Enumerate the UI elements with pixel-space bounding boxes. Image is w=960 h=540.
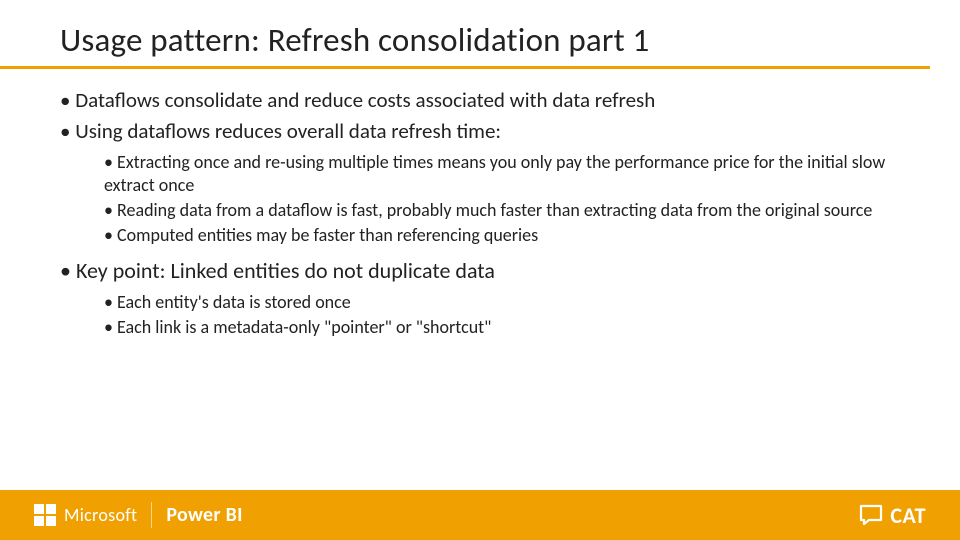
sub-bullet-item: Extracting once and re-using multiple ti… bbox=[104, 151, 900, 197]
slide-title: Usage pattern: Refresh consolidation par… bbox=[0, 0, 930, 69]
sub-bullet-item: Each link is a metadata-only "pointer" o… bbox=[104, 316, 900, 339]
bullet-text: Using dataflows reduces overall data ref… bbox=[75, 118, 501, 144]
microsoft-grid-icon bbox=[34, 504, 56, 526]
bullet-text: Dataflows consolidate and reduce costs a… bbox=[75, 87, 655, 113]
sub-bullet-item: Each entity's data is stored once bbox=[104, 291, 900, 314]
sub-bullet-item: Reading data from a dataflow is fast, pr… bbox=[104, 199, 900, 222]
sub-bullet-text: Extracting once and re-using multiple ti… bbox=[104, 151, 885, 196]
slide-body: Dataflows consolidate and reduce costs a… bbox=[0, 69, 960, 339]
slide: Usage pattern: Refresh consolidation par… bbox=[0, 0, 960, 540]
microsoft-label: Microsoft bbox=[64, 504, 137, 526]
footer-divider bbox=[151, 502, 152, 528]
sub-bullet-list: Each entity's data is stored once Each l… bbox=[60, 291, 900, 339]
sub-bullet-item: Computed entities may be faster than ref… bbox=[104, 224, 900, 247]
cat-logo: CAT bbox=[858, 502, 926, 529]
sub-bullet-text: Each entity's data is stored once bbox=[117, 291, 351, 313]
cat-label: CAT bbox=[890, 502, 926, 529]
bullet-list: Dataflows consolidate and reduce costs a… bbox=[60, 87, 900, 339]
sub-bullet-text: Reading data from a dataflow is fast, pr… bbox=[117, 199, 872, 221]
sub-bullet-list: Extracting once and re-using multiple ti… bbox=[60, 151, 900, 247]
bullet-item-keypoint: Key point: Linked entities do not duplic… bbox=[60, 257, 900, 339]
chat-bubble-icon bbox=[858, 503, 884, 527]
microsoft-logo: Microsoft bbox=[34, 504, 137, 526]
bullet-item: Dataflows consolidate and reduce costs a… bbox=[60, 87, 900, 114]
bullet-item: Using dataflows reduces overall data ref… bbox=[60, 118, 900, 247]
powerbi-label: Power BI bbox=[166, 503, 242, 527]
sub-bullet-text: Each link is a metadata-only "pointer" o… bbox=[117, 316, 491, 338]
footer-left: Microsoft Power BI bbox=[34, 502, 243, 528]
footer-bar: Microsoft Power BI CAT bbox=[0, 490, 960, 540]
bullet-text: Key point: Linked entities do not duplic… bbox=[76, 257, 495, 284]
sub-bullet-text: Computed entities may be faster than ref… bbox=[117, 224, 538, 246]
